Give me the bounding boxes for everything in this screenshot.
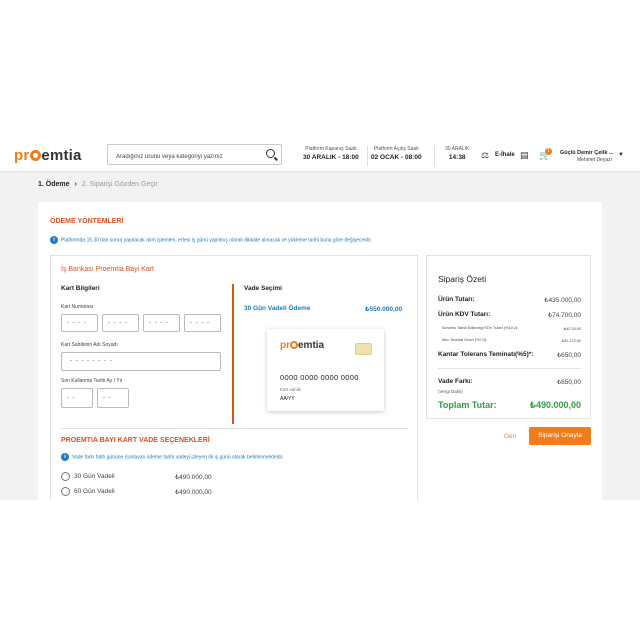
platform-close-info: Platform Kapanış Saati 30 ARALIK - 18:00: [303, 146, 359, 161]
summary-value: ₺32.272,00: [561, 339, 581, 343]
vade-options-notice-text: Vade farkı fatih gününe (sorlayan ödeme …: [72, 454, 284, 461]
platform-close-label: Platform Kapanış Saati: [305, 146, 357, 152]
cart-count-badge: 1: [545, 148, 552, 155]
order-summary: Sipariş Özeti Ürün Tutarı: ₺435.000,00 Ü…: [426, 255, 591, 419]
summary-title: Sipariş Özeti: [438, 274, 487, 284]
company-name[interactable]: Güçlü Demir Çelik ...: [560, 150, 614, 156]
summary-label: Kantar Tolerans Teminatı(%5)*:: [438, 351, 534, 358]
expiry-month-field[interactable]: - -: [61, 388, 93, 408]
card-preview-expiry: AA/YY: [280, 396, 295, 402]
platform-open-value: 02 OCAK - 08:00: [371, 154, 422, 161]
expiry-label: Son Kullanma Tarihi Ay / Yıl: [61, 378, 123, 384]
card-info-title: Kart Bilgileri: [61, 285, 100, 292]
vade-selection-title: Vade Seçimi: [244, 285, 282, 292]
proemtia-logo[interactable]: pr emtia: [14, 147, 82, 164]
card-preview-number: 0000 0000 0000 0000: [280, 373, 359, 382]
summary-value: ₺650,00: [556, 379, 581, 386]
holder-label: Kart Sahibinin Adı Soyadı: [61, 342, 118, 348]
main-card: ÖDEME YÖNTEMLERİ i Platformda 15.30'dan s…: [38, 202, 602, 500]
current-date: 30 ARALIK: [445, 146, 470, 152]
back-button[interactable]: Geri: [504, 433, 516, 440]
expiry-year-field[interactable]: - -: [97, 388, 129, 408]
info-icon: i: [50, 236, 58, 244]
summary-label: Sorumlu Tahsil Edilecegi KDV Tutarı (%10…: [442, 326, 519, 330]
divider: [438, 368, 581, 369]
current-time-info: 30 ARALIK 14:38: [445, 146, 469, 161]
platform-open-label: Platform Açılış Saati: [373, 146, 419, 152]
total-label: Toplam Tutar:: [438, 400, 497, 410]
gavel-icon[interactable]: ⚖: [481, 150, 489, 161]
summary-label: Vade Farkı:: [438, 378, 473, 385]
payment-box: İş Bankası Proemtia Bayi Kart Kart Bilgi…: [50, 255, 418, 500]
summary-value: ₺650,00: [556, 352, 581, 359]
card-logo: pr emtia: [280, 340, 325, 351]
total-value: ₺490.000,00: [529, 400, 581, 410]
platform-open-info: Platform Açılış Saati 02 OCAK - 08:00: [371, 146, 422, 161]
card-preview-holder: Kart sahibi: [280, 387, 302, 392]
eihale-link[interactable]: E-İhale: [495, 152, 515, 158]
step-review[interactable]: 2. Siparişi Gözden Geçir: [82, 181, 158, 188]
card-number-field-4[interactable]: - - - -: [184, 314, 221, 332]
current-time: 14:38: [448, 154, 466, 161]
payment-methods-title: ÖDEME YÖNTEMLERİ: [50, 218, 124, 225]
summary-label: Alıcı Tevkifat Oranı (%7,0):: [442, 338, 488, 342]
checkout-steps: 1. Ödeme › 2. Siparişi Gözden Geçir: [38, 181, 158, 188]
vade-option-60[interactable]: 60 Gün Vadeli ₺490.000,00: [61, 487, 261, 497]
monitor-icon[interactable]: ▤: [520, 150, 529, 161]
search-icon[interactable]: [266, 149, 275, 158]
payment-notice: i Platformda 15.30'dan sonra yapılacak al…: [50, 236, 372, 244]
platform-close-value: 30 ARALIK - 18:00: [303, 154, 359, 161]
tax-included-note: (Vergi Dahil): [438, 389, 463, 394]
card-number-field-1[interactable]: - - - -: [61, 314, 98, 332]
card-chip-icon: [355, 343, 372, 355]
summary-label: Ürün KDV Tutarı:: [438, 311, 491, 318]
vade-option-amount: ₺490.000,00: [175, 474, 212, 481]
confirm-order-button[interactable]: Siparişi Onayla: [529, 427, 591, 445]
vade-option-label: 60 Gün Vadeli: [74, 488, 115, 495]
card-number-field-2[interactable]: - - - -: [102, 314, 139, 332]
summary-value: ₺42.33,00: [563, 327, 581, 331]
divider: [434, 146, 435, 166]
summary-label: Ürün Tutarı:: [438, 296, 475, 303]
top-header: premtia Platform Kapanış Saati 30 ARALIK…: [0, 140, 640, 172]
search-bar[interactable]: [107, 144, 282, 167]
search-input[interactable]: [108, 147, 258, 167]
chevron-right-icon: ›: [74, 181, 77, 188]
radio-button[interactable]: [61, 487, 70, 496]
payment-notice-text: Platformda 15.30'dan sonra yapılacak alı…: [61, 237, 373, 244]
summary-value: ₺74.700,00: [547, 312, 581, 319]
card-number-field-3[interactable]: - - - -: [143, 314, 180, 332]
chevron-down-icon[interactable]: ▼: [618, 152, 624, 158]
column-divider: [232, 284, 234, 424]
vade-options-notice: i Vade farkı fatih gününe (sorlayan ödeme…: [61, 453, 283, 461]
vade-option-30[interactable]: 30 Gün Vadeli ₺490.000,00: [61, 472, 261, 482]
card-number-label: Kart Numarası: [61, 304, 94, 310]
divider: [367, 146, 368, 166]
summary-value: ₺435.000,00: [544, 297, 581, 304]
vade-options-title: PROEMTIA BAYI KART VADE SEÇENEKLERİ: [61, 437, 210, 444]
info-icon: i: [61, 453, 69, 461]
checkout-page: premtia Platform Kapanış Saati 30 ARALIK…: [0, 140, 640, 500]
vade-option-amount: ₺490.000,00: [175, 489, 212, 496]
vade-selected-amount: ₺550.000,00: [365, 306, 403, 313]
credit-card-preview: pr emtia 0000 0000 0000 0000 Kart sahibi …: [267, 329, 384, 411]
holder-name-field[interactable]: - - - - - - - -: [61, 352, 221, 371]
vade-selected-option[interactable]: 30 Gün Vadeli Ödeme: [244, 305, 310, 312]
step-payment[interactable]: 1. Ödeme: [38, 181, 70, 188]
vade-option-label: 30 Gün Vadeli: [74, 473, 115, 480]
divider: [61, 428, 408, 429]
user-name[interactable]: Mehmet Deyazı: [577, 157, 612, 163]
radio-button[interactable]: [61, 472, 70, 481]
bank-card-title: İş Bankası Proemtia Bayi Kart: [61, 266, 154, 273]
